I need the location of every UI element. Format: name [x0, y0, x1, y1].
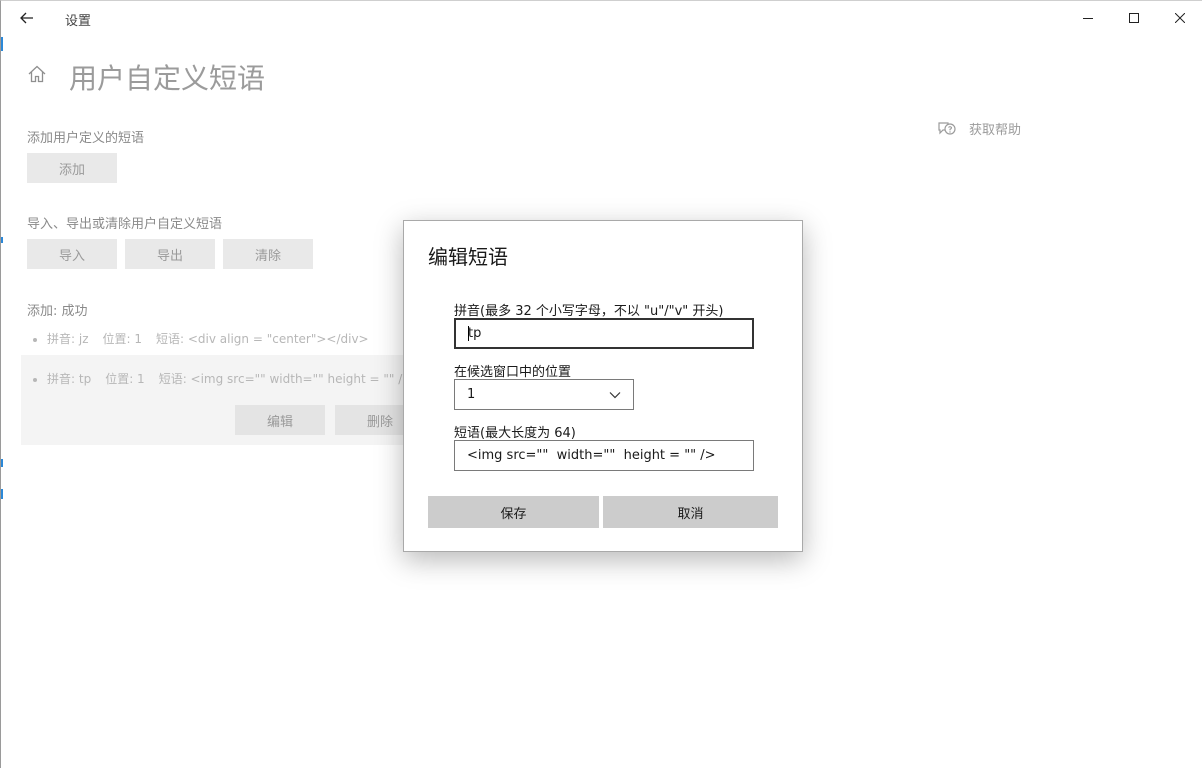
bullet [33, 377, 37, 382]
position-select[interactable]: 1 [454, 379, 634, 410]
edit-phrase-dialog: 编辑短语 拼音(最多 32 个小写字母，不以 "u"/"v" 开头) tp 在候… [403, 220, 803, 552]
add-section-label: 添加用户定义的短语 [27, 131, 145, 146]
clear-button[interactable]: 清除 [223, 239, 313, 269]
pinyin-label: 拼音(最多 32 个小写字母，不以 "u"/"v" 开头) [454, 304, 724, 319]
help-label: 获取帮助 [969, 123, 1022, 138]
phrase-text: 短语: <div align = "center"></div> [156, 332, 369, 346]
settings-window: 设置 用户自定义短语 获取帮助 添加用户定义的短语 添加 导入、导出或清除用户自… [0, 0, 1202, 768]
app-title: 设置 [65, 14, 92, 29]
phrase-pinyin: 拼音: tp [47, 372, 92, 386]
page-title: 用户自定义短语 [69, 62, 266, 95]
phrase-text: 短语: <img src="" width="" height = "" /> [158, 372, 413, 386]
dialog-title: 编辑短语 [428, 245, 508, 269]
help-link[interactable]: 获取帮助 [937, 119, 1021, 138]
pinyin-value: tp [468, 326, 482, 341]
close-button[interactable] [1157, 1, 1202, 35]
phrase-position: 位置: 1 [105, 372, 145, 386]
phrase-input[interactable]: <img src="" width="" height = "" /> [454, 440, 754, 471]
add-button[interactable]: 添加 [27, 153, 117, 183]
position-value: 1 [467, 387, 476, 402]
home-icon[interactable] [26, 63, 48, 85]
close-icon [1175, 13, 1185, 23]
minimize-icon [1083, 18, 1093, 19]
position-label: 在候选窗口中的位置 [454, 365, 572, 380]
phrase-position: 位置: 1 [102, 332, 143, 346]
status-text: 添加: 成功 [27, 304, 88, 319]
bullet [33, 337, 37, 342]
chevron-down-icon [609, 391, 621, 398]
edit-button[interactable]: 编辑 [235, 405, 325, 435]
help-chat-icon [938, 121, 956, 135]
phrase-pinyin: 拼音: jz [47, 332, 89, 346]
phrase-list-item[interactable]: 拼音: jz 位置: 1 短语: <div align = "center"></d… [33, 330, 383, 347]
back-button[interactable] [11, 5, 43, 31]
title-bar: 设置 [1, 1, 1202, 35]
export-button[interactable]: 导出 [125, 239, 215, 269]
pinyin-input[interactable]: tp [454, 318, 754, 349]
back-arrow-icon [20, 12, 33, 24]
maximize-button[interactable] [1111, 1, 1157, 35]
cancel-button[interactable]: 取消 [603, 496, 778, 528]
phrase-label: 短语(最大长度为 64) [454, 426, 576, 441]
phrase-list-item[interactable]: 拼音: tp 位置: 1 短语: <img src="" width="" heig… [33, 370, 426, 387]
minimize-button[interactable] [1065, 1, 1111, 35]
maximize-icon [1129, 13, 1139, 23]
phrase-value: <img src="" width="" height = "" /> [467, 448, 716, 463]
io-section-label: 导入、导出或清除用户自定义短语 [27, 217, 223, 232]
save-button[interactable]: 保存 [428, 496, 599, 528]
import-button[interactable]: 导入 [27, 239, 117, 269]
